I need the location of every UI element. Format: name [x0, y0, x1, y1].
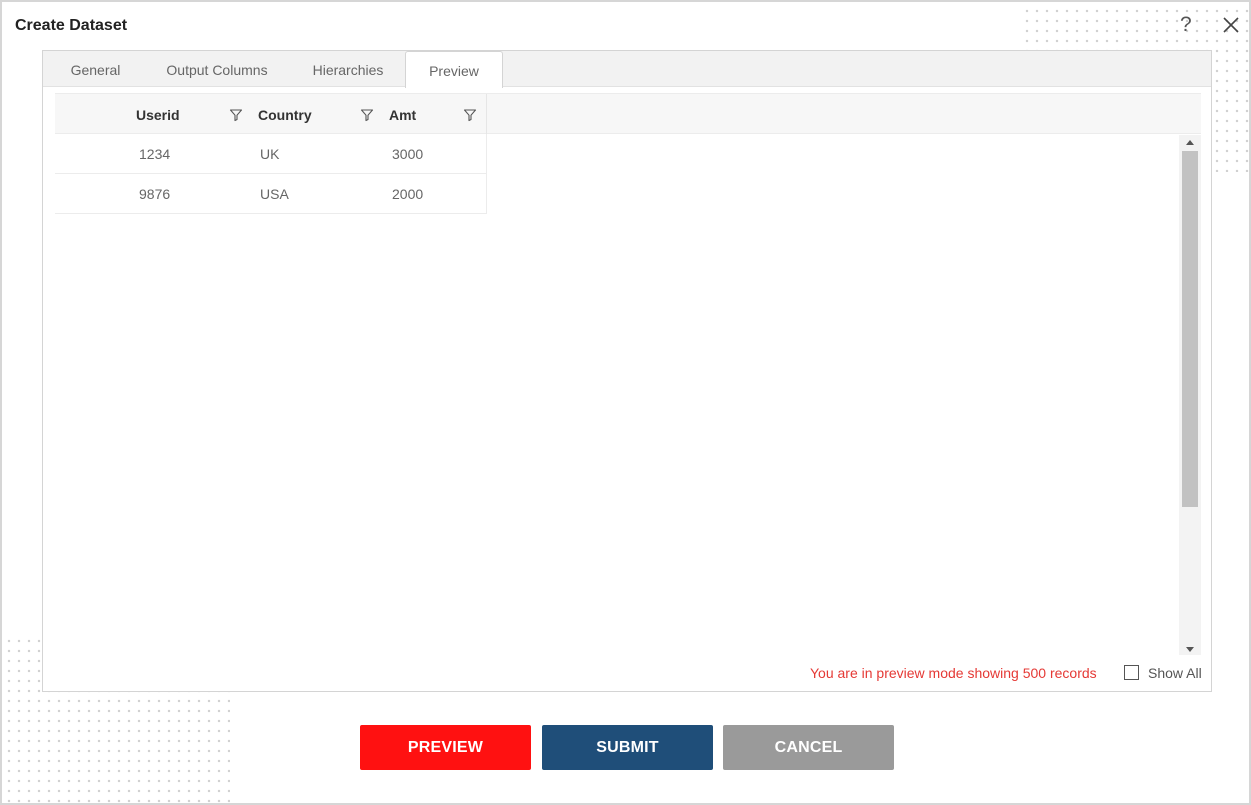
filter-icon[interactable]: [463, 108, 477, 122]
table-row[interactable]: 1234 UK 3000: [55, 134, 487, 174]
show-all-label[interactable]: Show All: [1148, 665, 1202, 681]
tab-bar: General Output Columns Hierarchies Previ…: [43, 51, 1211, 88]
scroll-down-arrow[interactable]: [1186, 647, 1194, 652]
column-header-country[interactable]: Country: [258, 107, 312, 123]
vertical-scrollbar[interactable]: [1179, 135, 1201, 655]
grid-header: Userid Country Amt: [55, 93, 1201, 135]
cell-country: USA: [260, 186, 289, 202]
preview-mode-message: You are in preview mode showing 500 reco…: [810, 665, 1097, 681]
cell-amt: 2000: [392, 186, 424, 202]
column-header-userid[interactable]: Userid: [136, 107, 180, 123]
scroll-up-arrow[interactable]: [1186, 140, 1194, 145]
create-dataset-dialog: Create Dataset ? General Output Columns …: [0, 0, 1251, 805]
cell-userid: 9876: [139, 186, 171, 202]
scroll-thumb[interactable]: [1182, 151, 1198, 507]
filter-icon[interactable]: [229, 108, 243, 122]
close-icon[interactable]: [1221, 15, 1241, 35]
cell-userid: 1234: [139, 146, 171, 162]
help-icon[interactable]: ?: [1180, 13, 1192, 37]
dataset-panel: General Output Columns Hierarchies Previ…: [42, 50, 1212, 692]
preview-button[interactable]: PREVIEW: [360, 725, 531, 770]
tab-output-columns[interactable]: Output Columns: [153, 51, 281, 87]
tab-general[interactable]: General: [53, 51, 138, 87]
show-all-checkbox[interactable]: [1124, 665, 1139, 680]
cell-country: UK: [260, 146, 280, 162]
preview-grid: Userid Country Amt 1234 UK 3000 9876 USA…: [55, 93, 1201, 655]
filter-icon[interactable]: [360, 108, 374, 122]
header-divider: [486, 94, 487, 135]
cell-amt: 3000: [392, 146, 424, 162]
submit-button[interactable]: SUBMIT: [542, 725, 713, 770]
column-header-amt[interactable]: Amt: [389, 107, 416, 123]
cancel-button[interactable]: CANCEL: [723, 725, 894, 770]
tab-preview[interactable]: Preview: [405, 51, 503, 88]
table-row[interactable]: 9876 USA 2000: [55, 174, 487, 214]
tab-hierarchies[interactable]: Hierarchies: [298, 51, 398, 87]
dialog-title: Create Dataset: [15, 17, 128, 34]
